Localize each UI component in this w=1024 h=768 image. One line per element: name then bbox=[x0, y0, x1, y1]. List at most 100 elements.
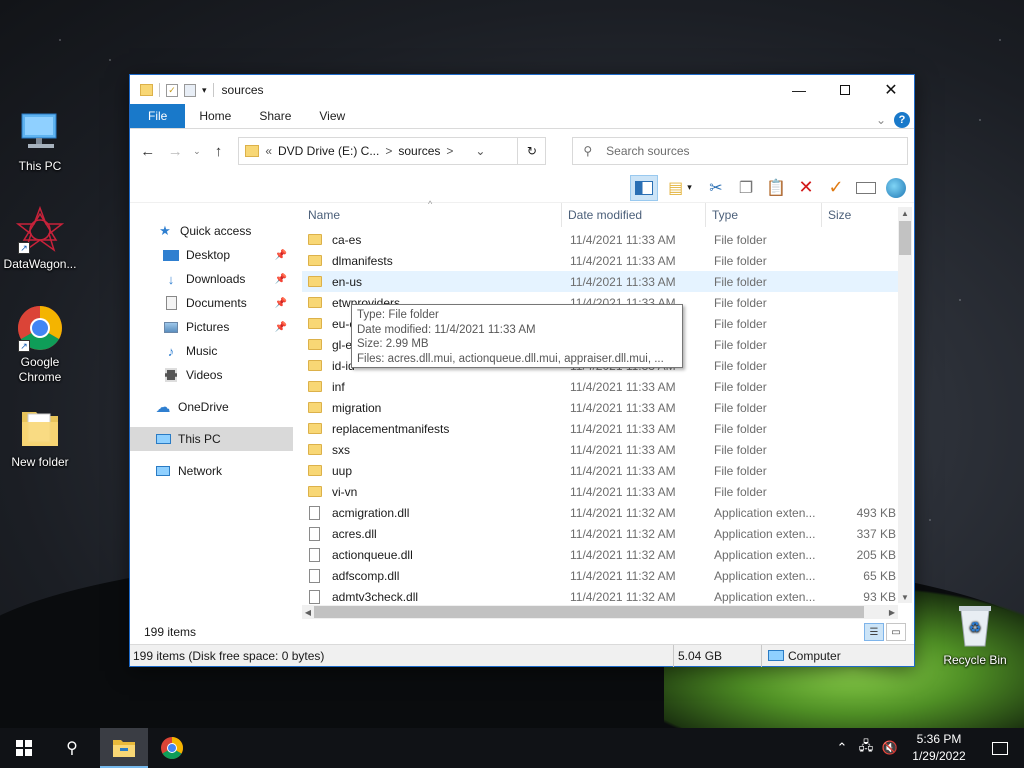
new-item-button[interactable]: ▤ ▾ bbox=[660, 175, 700, 201]
properties-button[interactable] bbox=[852, 175, 880, 201]
cut-button[interactable]: ✂ bbox=[702, 175, 730, 201]
table-row[interactable]: migration 11/4/2021 11:33 AM File folder bbox=[302, 397, 898, 418]
search-button[interactable]: ⚲ bbox=[48, 728, 96, 768]
nav-quick-access[interactable]: ★ Quick access bbox=[130, 219, 293, 243]
address-dropdown-icon[interactable]: ⌄ bbox=[475, 144, 485, 158]
file-name-cell[interactable]: dlmanifests bbox=[308, 250, 558, 271]
vertical-scrollbar[interactable]: ▲ ▼ bbox=[898, 207, 912, 603]
notifications-button[interactable] bbox=[976, 741, 1024, 755]
scroll-up-icon[interactable]: ▲ bbox=[898, 207, 912, 219]
file-name-cell[interactable]: actionqueue.dll bbox=[308, 544, 558, 565]
close-button[interactable]: ✕ bbox=[868, 75, 914, 105]
copy-button[interactable]: ❐ bbox=[732, 175, 760, 201]
start-button[interactable] bbox=[0, 728, 48, 768]
file-name-cell[interactable]: uup bbox=[308, 460, 558, 481]
table-row[interactable]: inf 11/4/2021 11:33 AM File folder bbox=[302, 376, 898, 397]
nav-music[interactable]: ♪ Music bbox=[130, 339, 293, 363]
scrollbar-thumb[interactable] bbox=[314, 606, 864, 618]
preview-pane-button[interactable] bbox=[630, 174, 658, 201]
file-name-cell[interactable]: inf bbox=[308, 376, 558, 397]
table-row[interactable]: actionqueue.dll 11/4/2021 11:32 AM Applica… bbox=[302, 544, 898, 565]
minimize-button[interactable]: — bbox=[776, 75, 822, 105]
horizontal-scrollbar[interactable]: ◀ ▶ bbox=[302, 605, 898, 619]
show-hidden-icons-icon[interactable]: ⌃ bbox=[830, 740, 854, 756]
refresh-button[interactable]: ↻ bbox=[517, 138, 545, 164]
search-box[interactable]: ⚲ Search sources bbox=[572, 137, 908, 165]
nav-desktop[interactable]: Desktop 📌 bbox=[130, 243, 293, 267]
desktop-icon-google-chrome[interactable]: ↗ Google Chrome bbox=[0, 304, 80, 385]
file-name-cell[interactable]: vi-vn bbox=[308, 481, 558, 502]
table-row[interactable]: vi-vn 11/4/2021 11:33 AM File folder bbox=[302, 481, 898, 502]
file-name-cell[interactable]: replacementmanifests bbox=[308, 418, 558, 439]
desktop-icon-recycle-bin[interactable]: ♻ Recycle Bin bbox=[935, 602, 1015, 668]
breadcrumb-separator[interactable]: > bbox=[446, 144, 453, 158]
table-row[interactable]: ca-es 11/4/2021 11:33 AM File folder bbox=[302, 229, 898, 250]
taskbar-chrome[interactable] bbox=[148, 728, 196, 768]
table-row[interactable]: en-us 11/4/2021 11:33 AM File folder bbox=[302, 271, 898, 292]
table-row[interactable]: dlmanifests 11/4/2021 11:33 AM File folder bbox=[302, 250, 898, 271]
scroll-left-icon[interactable]: ◀ bbox=[302, 605, 314, 619]
back-button[interactable]: ← bbox=[136, 139, 160, 163]
file-name-cell[interactable]: ca-es bbox=[308, 229, 558, 250]
breadcrumb-separator[interactable]: > bbox=[385, 144, 392, 158]
file-name-cell[interactable]: acres.dll bbox=[308, 523, 558, 544]
table-row[interactable]: acres.dll 11/4/2021 11:32 AM Application e… bbox=[302, 523, 898, 544]
file-name-cell[interactable]: sxs bbox=[308, 439, 558, 460]
breadcrumb-sources[interactable]: sources bbox=[398, 144, 440, 158]
file-name-cell[interactable]: en-us bbox=[308, 271, 558, 292]
scroll-right-icon[interactable]: ▶ bbox=[886, 605, 898, 619]
breadcrumb-dvd-drive[interactable]: DVD Drive (E:) C... bbox=[278, 144, 379, 158]
nav-documents[interactable]: Documents 📌 bbox=[130, 291, 293, 315]
nav-onedrive[interactable]: ☁ OneDrive bbox=[130, 395, 293, 419]
customize-qat-icon[interactable]: ▾ bbox=[202, 85, 207, 96]
column-date-header[interactable]: Date modified bbox=[562, 203, 706, 227]
table-row[interactable]: uup 11/4/2021 11:33 AM File folder bbox=[302, 460, 898, 481]
address-bar[interactable]: « DVD Drive (E:) C... > sources > ⌄ ↻ bbox=[238, 137, 547, 165]
recent-locations-button[interactable]: ⌄ bbox=[191, 139, 203, 163]
desktop-icon-this-pc[interactable]: This PC bbox=[0, 108, 80, 174]
clock[interactable]: 5:36 PM 1/29/2022 bbox=[902, 731, 976, 765]
tab-share[interactable]: Share bbox=[245, 104, 305, 128]
paste-button[interactable]: 📋 bbox=[762, 175, 790, 201]
taskbar-file-explorer[interactable] bbox=[100, 728, 148, 768]
delete-button[interactable]: ✕ bbox=[792, 175, 820, 201]
large-icons-view-button[interactable]: ▭ bbox=[886, 623, 906, 641]
rename-button[interactable]: ✓ bbox=[822, 175, 850, 201]
tab-file[interactable]: File bbox=[130, 104, 186, 128]
address-overflow[interactable]: « bbox=[265, 144, 272, 158]
nav-network[interactable]: Network bbox=[130, 459, 293, 483]
nav-pictures[interactable]: Pictures 📌 bbox=[130, 315, 293, 339]
tab-home[interactable]: Home bbox=[185, 104, 245, 128]
table-row[interactable]: sxs 11/4/2021 11:33 AM File folder bbox=[302, 439, 898, 460]
column-type-header[interactable]: Type bbox=[706, 203, 822, 227]
table-row[interactable]: admtv3check.dll 11/4/2021 11:32 AM Applica… bbox=[302, 586, 898, 605]
desktop-icon-datawagon[interactable]: ↗ DataWagon... bbox=[0, 205, 80, 272]
new-folder-icon[interactable] bbox=[184, 83, 196, 97]
properties-icon[interactable]: ✓ bbox=[166, 83, 178, 97]
search-input[interactable]: Search sources bbox=[606, 144, 689, 158]
file-name-cell[interactable]: admtv3check.dll bbox=[308, 586, 558, 605]
network-status-icon[interactable]: 🖧 bbox=[854, 737, 878, 759]
table-row[interactable]: acmigration.dll 11/4/2021 11:32 AM Applica… bbox=[302, 502, 898, 523]
nav-this-pc[interactable]: This PC bbox=[130, 427, 293, 451]
nav-downloads[interactable]: ↓ Downloads 📌 bbox=[130, 267, 293, 291]
volume-muted-icon[interactable]: 🔇 bbox=[878, 740, 902, 756]
table-row[interactable]: adfscomp.dll 11/4/2021 11:32 AM Applicatio… bbox=[302, 565, 898, 586]
tab-view[interactable]: View bbox=[305, 104, 359, 128]
pin-icon[interactable]: 📌 bbox=[275, 322, 287, 333]
pin-icon[interactable]: 📌 bbox=[275, 298, 287, 309]
desktop-icon-new-folder[interactable]: New folder bbox=[0, 404, 80, 470]
network-button[interactable] bbox=[882, 175, 910, 201]
nav-videos[interactable]: Videos bbox=[130, 363, 293, 387]
table-row[interactable]: replacementmanifests 11/4/2021 11:33 AM Fi… bbox=[302, 418, 898, 439]
file-name-cell[interactable]: acmigration.dll bbox=[308, 502, 558, 523]
expand-ribbon-icon[interactable]: ⌄ bbox=[876, 113, 886, 127]
file-name-cell[interactable]: migration bbox=[308, 397, 558, 418]
forward-button[interactable]: → bbox=[164, 139, 188, 163]
maximize-button[interactable] bbox=[822, 75, 868, 105]
details-view-button[interactable]: ☰ bbox=[864, 623, 884, 641]
scrollbar-thumb[interactable] bbox=[899, 221, 911, 255]
column-name-header[interactable]: Name bbox=[302, 203, 562, 227]
scroll-down-icon[interactable]: ▼ bbox=[898, 591, 912, 603]
file-name-cell[interactable]: adfscomp.dll bbox=[308, 565, 558, 586]
